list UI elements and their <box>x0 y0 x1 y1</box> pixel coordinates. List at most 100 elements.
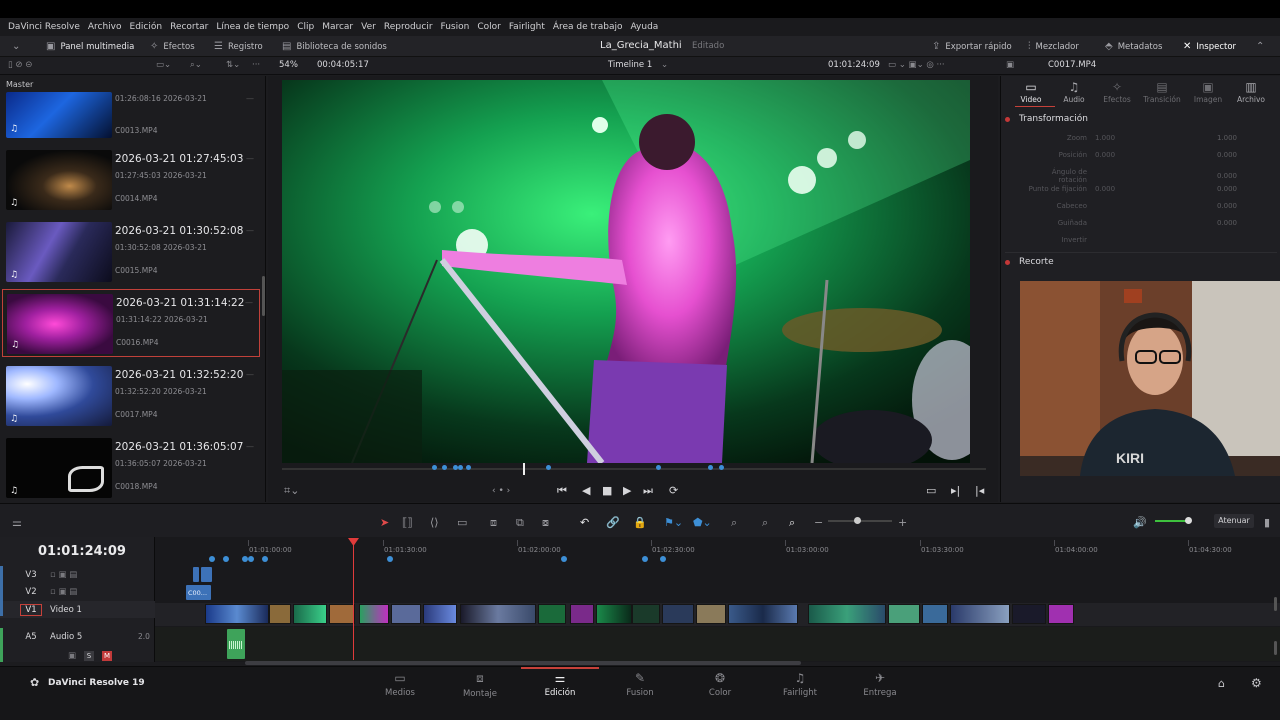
menu-item[interactable]: Edición <box>130 22 163 32</box>
track-controls-icon[interactable]: ▫ ▣ ▤ <box>50 587 77 597</box>
dim-button[interactable]: Atenuar <box>1214 514 1254 528</box>
page-fairlight[interactable]: ♫ Fairlight <box>761 671 839 698</box>
video-tracks-scrollbar[interactable] <box>1274 597 1277 611</box>
tab-file[interactable]: ▥ Archivo <box>1229 80 1273 104</box>
v1-clip[interactable] <box>922 604 948 624</box>
marker[interactable] <box>442 465 447 470</box>
a5-audio-clip[interactable] <box>227 629 245 659</box>
v1-clip[interactable] <box>359 604 389 624</box>
v2-clip[interactable]: C00... <box>186 585 211 600</box>
menu-item[interactable]: Área de trabajo <box>553 22 623 32</box>
menu-item[interactable]: DaVinci Resolve <box>8 22 80 32</box>
timeline-selector[interactable]: Timeline 1 <box>608 60 652 70</box>
page-media[interactable]: ▭ Medios <box>361 671 439 698</box>
viewer-playhead[interactable] <box>523 463 525 475</box>
prev-edit-icon[interactable]: |◂ <box>975 484 984 497</box>
audio-controls-icon[interactable]: ▣ <box>68 651 76 661</box>
mute-button[interactable]: M <box>102 650 113 661</box>
v1-clip[interactable] <box>632 604 660 624</box>
tab-image[interactable]: ▣ Imagen <box>1186 80 1230 104</box>
v3-clip[interactable] <box>193 567 199 582</box>
menu-item[interactable]: Reproducir <box>384 22 433 32</box>
stop-icon[interactable]: ■ <box>602 484 612 497</box>
inspector-button[interactable]: ✕ Inspector <box>1183 40 1236 53</box>
panel-toggle-button[interactable]: ⌃ <box>1256 40 1264 53</box>
media-clip[interactable]: ♫ 2026-03-21 01:27:45:03 01:27:45:03 202… <box>2 146 260 214</box>
menu-item[interactable]: Clip <box>297 22 314 32</box>
insert-clip-icon[interactable]: ⧈ <box>490 516 497 530</box>
blade-tool-icon[interactable]: ▭ <box>457 516 467 529</box>
tab-transition[interactable]: ▤ Transición <box>1140 80 1184 104</box>
track-header-a5[interactable]: A5 Audio 5 2.0 <box>0 628 155 645</box>
speaker-icon[interactable]: 🔊 <box>1133 516 1147 529</box>
timeline-marker[interactable] <box>561 556 567 562</box>
v1-clip[interactable] <box>808 604 886 624</box>
marker[interactable] <box>656 465 661 470</box>
menu-item[interactable]: Archivo <box>88 22 122 32</box>
sort-icon[interactable]: ⇅⌄ <box>226 60 240 70</box>
timeline-marker[interactable] <box>387 556 393 562</box>
v1-clip[interactable] <box>950 604 1010 624</box>
solo-button[interactable]: S <box>84 650 95 661</box>
link-icon[interactable]: 🔗 <box>606 516 620 529</box>
timeline-marker[interactable] <box>223 556 229 562</box>
viewer-options-icon[interactable]: ▭ ⌄ ▣⌄ ◎ ··· <box>888 60 945 70</box>
safe-area-icon[interactable]: ⌗⌄ <box>284 484 299 498</box>
gear-icon[interactable]: ⚙ <box>1251 676 1262 690</box>
zoom-in-icon[interactable]: + <box>898 516 907 529</box>
metadata-button[interactable]: ⬘ Metadatos <box>1105 40 1162 53</box>
volume-slider[interactable] <box>1155 517 1192 524</box>
flag-icon[interactable]: ⚑⌄ <box>664 516 683 529</box>
marker[interactable] <box>458 465 463 470</box>
v1-clip[interactable] <box>460 604 536 624</box>
trim-tool-icon[interactable]: ⟦⟧ <box>402 516 413 529</box>
more-options-icon[interactable]: ··· <box>252 60 260 70</box>
menu-item[interactable]: Ver <box>361 22 376 32</box>
v1-clip[interactable] <box>1048 604 1074 624</box>
section-transform[interactable]: Transformación <box>1005 114 1088 124</box>
v1-clip[interactable] <box>1012 604 1046 624</box>
viewer-zoom[interactable]: 54% <box>279 60 298 70</box>
skip-end-icon[interactable]: ⏭ <box>643 484 653 498</box>
timeline-playhead[interactable] <box>353 540 354 660</box>
media-clip[interactable]: ♫ 01:26:08:16 2026-03-21 — C0013.MP4 <box>2 90 260 140</box>
page-color[interactable]: ❂ Color <box>681 671 759 698</box>
zoom-slider[interactable] <box>828 517 892 524</box>
timeline-marker[interactable] <box>642 556 648 562</box>
v1-clip[interactable] <box>269 604 291 624</box>
page-cut[interactable]: ⧈ Montaje <box>441 671 519 699</box>
menu-item[interactable]: Fusion <box>441 22 470 32</box>
timeline-dropdown-icon[interactable]: ⌄ <box>661 60 668 70</box>
zoom-full-icon[interactable]: ⌕ <box>731 516 737 530</box>
loop-icon[interactable]: ⟳ <box>669 484 678 497</box>
timeline-view-options-icon[interactable]: ⚌ <box>12 516 22 529</box>
audio-tracks-scrollbar[interactable] <box>1274 641 1277 655</box>
home-icon[interactable]: ⌂ <box>1218 677 1225 690</box>
zoom-custom-icon[interactable]: ⌕ <box>789 516 795 530</box>
timeline-marker[interactable] <box>248 556 254 562</box>
track-header-v3[interactable]: V3 ▫ ▣ ▤ <box>0 566 155 583</box>
v1-clip[interactable] <box>662 604 694 624</box>
media-clip[interactable]: ♫ 2026-03-21 01:36:05:07 01:36:05:07 202… <box>2 434 260 502</box>
v1-clip[interactable] <box>596 604 632 624</box>
tab-video[interactable]: ▭ Video <box>1009 80 1053 104</box>
marker-icon[interactable]: ⬟⌄ <box>693 516 712 529</box>
index-button[interactable]: ☰ Registro <box>214 40 263 53</box>
media-clip[interactable]: ♫ 2026-03-21 01:32:52:20 01:32:52:20 202… <box>2 362 260 430</box>
marker[interactable] <box>708 465 713 470</box>
timeline-scrollbar[interactable] <box>245 661 801 665</box>
zoom-out-icon[interactable]: − <box>814 516 823 529</box>
bin-name[interactable]: Master <box>6 80 33 89</box>
track-header-v1[interactable]: V1 Video 1 <box>0 601 155 618</box>
skip-start-icon[interactable]: ⏮ <box>557 484 567 498</box>
menu-item[interactable]: Ayuda <box>631 22 659 32</box>
v1-clip[interactable] <box>329 604 355 624</box>
audio-track-controls[interactable]: ▣ S M <box>0 647 155 664</box>
view-mode-icon[interactable]: ▭⌄ <box>156 60 171 70</box>
play-icon[interactable]: ▶ <box>623 484 631 497</box>
section-crop[interactable]: Recorte <box>1005 257 1054 267</box>
media-clip[interactable]: ♫ 2026-03-21 01:30:52:08 01:30:52:08 202… <box>2 218 260 286</box>
replace-clip-icon[interactable]: ⧇ <box>542 516 549 530</box>
page-deliver[interactable]: ✈ Entrega <box>841 671 919 698</box>
marker[interactable] <box>546 465 551 470</box>
